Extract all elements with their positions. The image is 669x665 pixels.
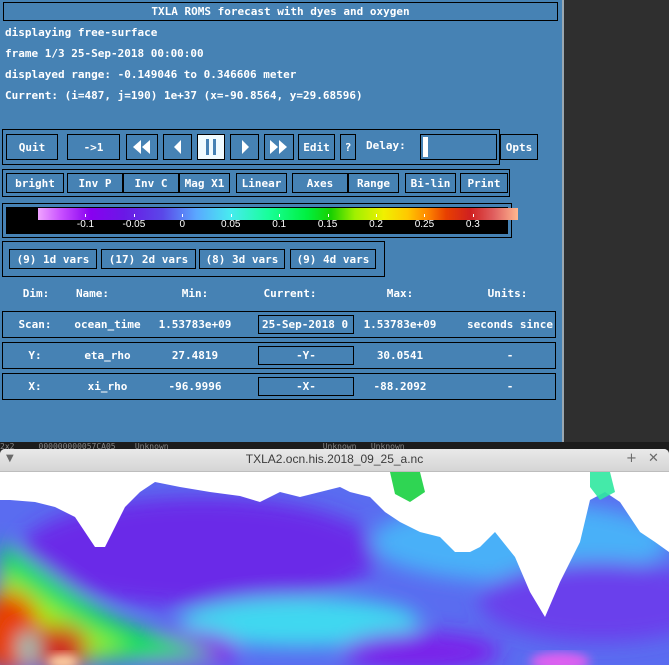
colorbar-tick-label: -0.05 — [122, 219, 146, 230]
image-window-titlebar[interactable]: ▼ TXLA2.ocn.his.2018_09_25_a.nc + ✕ — [0, 449, 669, 472]
option-button-range[interactable]: Range — [348, 173, 399, 193]
option-button-inv-p[interactable]: Inv P — [67, 173, 123, 193]
dim-min-xi_rho: -96.9996 — [168, 380, 222, 393]
free-surface-field-image[interactable] — [0, 472, 669, 665]
dim-current-xi_rho[interactable]: -X- — [258, 377, 354, 396]
var-group-button-2d[interactable]: (17) 2d vars — [101, 249, 196, 269]
dim-header-min: Min: — [181, 287, 209, 300]
image-window-title: TXLA2.ocn.his.2018_09_25_a.nc — [245, 452, 424, 466]
colorbar-tick-mark — [182, 214, 184, 217]
plus-icon[interactable]: + — [626, 451, 637, 466]
current-label: Current: (i=487, j=190) 1e+37 (x=-90.856… — [5, 89, 363, 102]
dim-dim-ocean_time[interactable]: Scan: — [5, 318, 65, 331]
dim-units-xi_rho: - — [506, 380, 514, 393]
colorbar-tick-mark — [424, 214, 426, 217]
dim-max-ocean_time: 1.53783e+09 — [363, 318, 437, 331]
pause-button[interactable] — [197, 134, 225, 160]
var-group-button-4d[interactable]: (9) 4d vars — [290, 249, 376, 269]
colorbar-tick-mark — [279, 214, 281, 217]
delay-label: Delay: — [366, 139, 406, 152]
step-forward-button[interactable] — [230, 134, 259, 160]
fast-forward-icon — [270, 140, 287, 154]
goto-first-button[interactable]: ->1 — [67, 134, 120, 160]
colorbar-tick-label: 0.3 — [465, 219, 480, 230]
window-title: TXLA ROMS forecast with dyes and oxygen — [151, 5, 410, 18]
dim-dim-eta_rho[interactable]: Y: — [5, 349, 65, 362]
edit-button[interactable]: Edit — [298, 134, 335, 160]
dim-units-eta_rho: - — [506, 349, 514, 362]
range-label: displayed range: -0.149046 to 0.346606 m… — [5, 68, 297, 81]
displaying-label: displaying free-surface — [5, 26, 158, 39]
colorbar-tick-label: 0.1 — [272, 219, 287, 230]
var-group-button-3d[interactable]: (8) 3d vars — [199, 249, 285, 269]
colorbar-tick-mark — [85, 214, 87, 217]
dim-current-eta_rho[interactable]: -Y- — [258, 346, 354, 365]
colorbar-tick-mark — [133, 214, 135, 217]
close-icon[interactable]: ✕ — [648, 451, 659, 466]
step-backward-icon — [173, 140, 181, 154]
colorbar-tick-mark — [230, 214, 232, 217]
colorbar-tick-mark — [472, 214, 474, 217]
dim-min-eta_rho: 27.4819 — [171, 349, 219, 362]
step-forward-icon — [241, 140, 249, 154]
dim-header-name: Name: — [75, 287, 110, 300]
option-button-axes[interactable]: Axes — [292, 173, 348, 193]
dim-header-units: Units: — [487, 287, 528, 300]
help-button[interactable]: ? — [340, 134, 356, 160]
var-group-button-1d[interactable]: (9) 1d vars — [9, 249, 97, 269]
fast-backward-icon — [133, 140, 150, 154]
ncview-window: TXLA ROMS forecast with dyes and oxygen … — [0, 0, 564, 442]
opts-button[interactable]: Opts — [500, 134, 538, 160]
colorbar-tick-mark — [376, 214, 378, 217]
dim-units-ocean_time: seconds since — [466, 318, 554, 331]
colorbar-tick-label: 0 — [179, 219, 186, 230]
dim-max-xi_rho: -88.2092 — [373, 380, 427, 393]
step-back-button[interactable] — [163, 134, 192, 160]
colorbar-tick-label: -0.1 — [76, 219, 95, 230]
dim-max-eta_rho: 30.0541 — [376, 349, 424, 362]
dim-name-xi_rho: xi_rho — [87, 380, 128, 393]
title-bar: TXLA ROMS forecast with dyes and oxygen — [3, 2, 558, 21]
option-button-bright[interactable]: bright — [6, 173, 64, 193]
option-button-mag-x1[interactable]: Mag X1 — [179, 173, 230, 193]
quit-button[interactable]: Quit — [6, 134, 58, 160]
dim-header-max: Max: — [386, 287, 414, 300]
option-button-inv-c[interactable]: Inv C — [123, 173, 179, 193]
delay-slider-thumb[interactable] — [423, 137, 428, 157]
option-button-bi-lin[interactable]: Bi-lin — [405, 173, 456, 193]
dim-header-current: Current: — [263, 287, 317, 300]
delay-slider[interactable] — [420, 134, 497, 160]
rewind-button[interactable] — [126, 134, 158, 160]
pause-icon — [206, 139, 216, 155]
colorbar-tick-label: 0.25 — [414, 219, 435, 230]
colorbar-tick-label: 0.05 — [221, 219, 241, 230]
dim-min-ocean_time: 1.53783e+09 — [158, 318, 232, 331]
colorbar-tick-label: 0.2 — [369, 219, 383, 230]
dim-dim-xi_rho[interactable]: X: — [5, 380, 65, 393]
colorbar-tick-label: 0.15 — [317, 219, 338, 230]
fast-forward-button[interactable] — [264, 134, 294, 160]
option-button-linear[interactable]: Linear — [236, 173, 287, 193]
dim-current-ocean_time[interactable]: 25-Sep-2018 0 — [258, 315, 354, 334]
option-button-print[interactable]: Print — [460, 173, 508, 193]
image-window: ▼ TXLA2.ocn.his.2018_09_25_a.nc + ✕ — [0, 449, 669, 665]
colorbar-tick-mark — [327, 214, 329, 217]
dim-name-ocean_time: ocean_time — [74, 318, 141, 331]
dim-name-eta_rho: eta_rho — [84, 349, 131, 362]
frame-label: frame 1/3 25-Sep-2018 00:00:00 — [5, 47, 204, 60]
